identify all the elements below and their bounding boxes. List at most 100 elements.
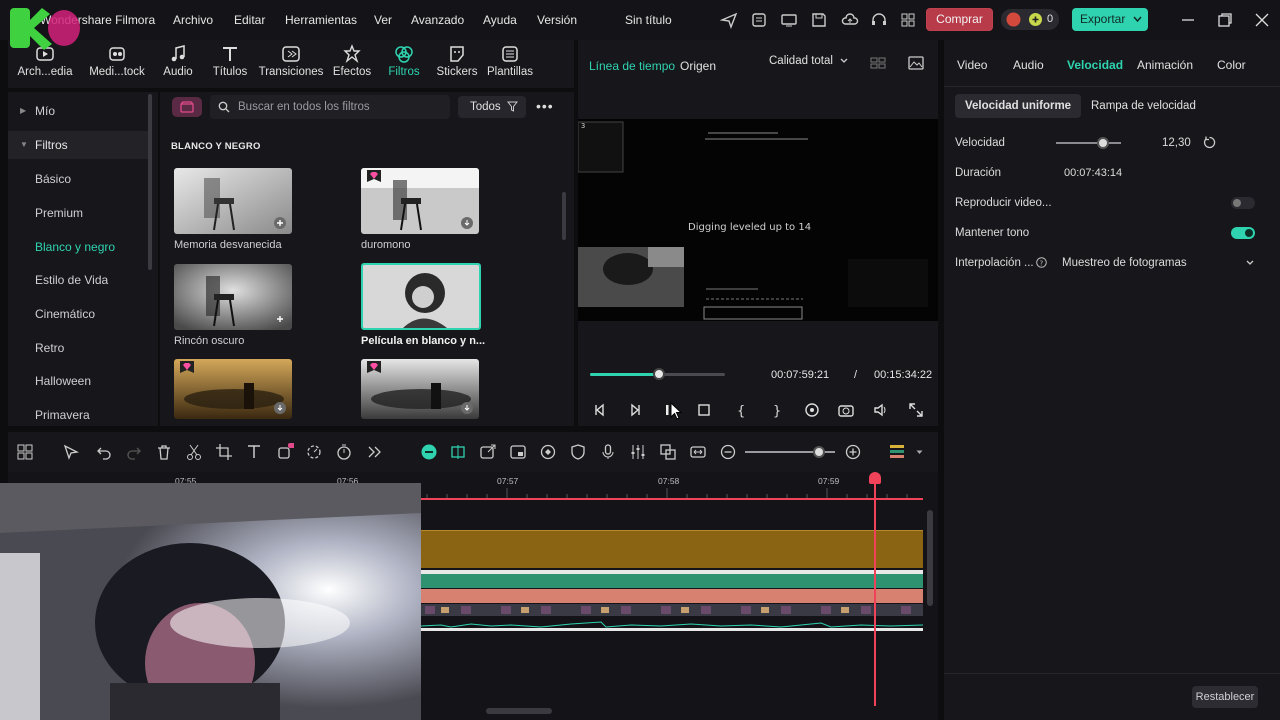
mixer-icon[interactable] [629,443,647,461]
download-icon[interactable] [461,217,473,229]
work-area-bar[interactable] [421,498,923,500]
filter-dropdown[interactable]: Todos [458,96,526,118]
nav-item-retro[interactable]: Retro [8,334,148,362]
microphone-icon[interactable] [599,443,617,461]
track-layout-icon[interactable] [888,443,906,461]
zoom-slider[interactable] [745,446,835,458]
audio-clip-track[interactable] [421,530,923,568]
filter-thumb-5[interactable] [174,359,292,419]
undo-icon[interactable] [95,443,113,461]
reset-icon[interactable] [1203,136,1216,149]
tab-stock-media[interactable]: Medi...tock [86,44,148,78]
stop-icon[interactable] [695,401,713,419]
filter-thumb-rincon[interactable] [174,264,292,330]
timer-icon[interactable] [335,443,353,461]
tab-audio-props[interactable]: Audio [1013,58,1044,72]
speed-ramp-tab[interactable]: Rampa de velocidad [1081,94,1206,118]
quality-dropdown[interactable]: Calidad total [769,55,848,67]
tab-audio[interactable]: Audio [158,44,198,78]
add-icon[interactable] [274,217,286,229]
close-icon[interactable] [1253,11,1271,29]
progress-knob[interactable] [652,368,665,380]
mark-in-icon[interactable]: { [732,401,750,419]
menu-ayuda[interactable]: Ayuda [483,13,517,27]
filter-thumb-memoria[interactable] [174,168,292,234]
download-icon[interactable] [274,402,286,414]
delete-icon[interactable] [155,443,173,461]
render-icon[interactable] [803,401,821,419]
split-icon[interactable] [185,443,203,461]
timeline-vertical-scrollbar[interactable] [927,510,933,606]
monitor-icon[interactable] [780,11,798,29]
reverse-toggle[interactable] [1231,197,1255,209]
tab-filters[interactable]: Filtros [386,44,422,78]
filter-track[interactable] [421,589,923,603]
select-tool-icon[interactable] [62,443,80,461]
favorites-button[interactable] [172,97,202,117]
help-icon[interactable]: ? [1036,257,1047,268]
tab-templates[interactable]: Plantillas [484,44,536,78]
image-icon[interactable] [907,54,925,72]
zoom-out-icon[interactable] [719,443,737,461]
tab-video[interactable]: Video [957,58,987,72]
zoom-in-icon[interactable] [844,443,862,461]
nav-item-basic[interactable]: Básico [8,165,148,193]
nav-item-lifestyle[interactable]: Estilo de Vida [8,266,148,294]
download-icon[interactable] [461,402,473,414]
save-icon[interactable] [810,11,828,29]
uniform-speed-tab[interactable]: Velocidad uniforme [955,94,1082,118]
fullscreen-icon[interactable] [907,401,925,419]
interpolation-dropdown[interactable]: Muestreo de fotogramas [1056,251,1264,275]
tab-stickers[interactable]: Stickers [435,44,479,78]
filter-thumb-6[interactable] [361,359,479,419]
tab-timeline[interactable]: Línea de tiempo [589,59,675,73]
video-track[interactable] [421,604,923,616]
snapshot-icon[interactable] [837,401,855,419]
filters-scrollbar[interactable] [562,192,566,240]
more-options-icon[interactable]: ••• [536,98,554,114]
stabilize-icon[interactable] [539,443,557,461]
restore-icon[interactable] [1216,11,1234,29]
keep-pitch-toggle[interactable] [1231,227,1255,239]
tab-animation[interactable]: Animación [1137,58,1193,72]
send-icon[interactable] [720,11,738,29]
fit-icon[interactable] [689,443,707,461]
text-tool-icon[interactable] [245,443,263,461]
layout-icon[interactable] [16,443,34,461]
crop-icon[interactable] [215,443,233,461]
playhead-handle[interactable] [869,472,881,484]
picture-in-picture-icon[interactable] [509,443,527,461]
nav-item-cinematic[interactable]: Cinemático [8,300,148,328]
tab-transitions[interactable]: Transiciones [258,44,324,78]
shield-icon[interactable] [569,443,587,461]
next-frame-icon[interactable] [626,401,644,419]
nav-item-spring[interactable]: Primavera [8,401,148,429]
menu-archivo[interactable]: Archivo [173,13,213,27]
playhead[interactable] [874,476,876,706]
add-icon[interactable] [274,313,286,325]
effect-track[interactable] [421,574,923,588]
tab-effects[interactable]: Efectos [331,44,373,78]
menu-editar[interactable]: Editar [234,13,265,27]
grid-apps-icon[interactable] [899,11,917,29]
duration-value[interactable]: 00:07:43:14 [1064,167,1122,179]
filter-thumb-duromono[interactable] [361,168,479,234]
tab-source[interactable]: Origen [680,59,716,73]
chevron-down-icon[interactable] [916,450,923,455]
credits-pill[interactable]: 0 [1001,9,1059,30]
nav-item-premium[interactable]: Premium [8,199,148,227]
menu-version[interactable]: Versión [537,13,577,27]
minimize-icon[interactable] [1179,11,1197,29]
zoom-slider-knob[interactable] [812,446,825,458]
export-button[interactable]: Exportar [1072,8,1148,31]
nav-item-halloween[interactable]: Halloween [8,367,148,395]
video-preview[interactable]: 3 Digging leveled up to 14 [578,119,938,321]
replace-icon[interactable] [659,443,677,461]
marker-icon[interactable] [449,443,467,461]
reset-button[interactable]: Restablecer [1192,686,1258,708]
timeline-horizontal-scrollbar[interactable] [486,708,552,714]
prev-frame-icon[interactable] [591,401,609,419]
speed-tool-icon[interactable] [305,443,323,461]
search-input[interactable]: Buscar en todos los filtros [210,95,450,119]
menu-avanzado[interactable]: Avanzado [411,13,464,27]
